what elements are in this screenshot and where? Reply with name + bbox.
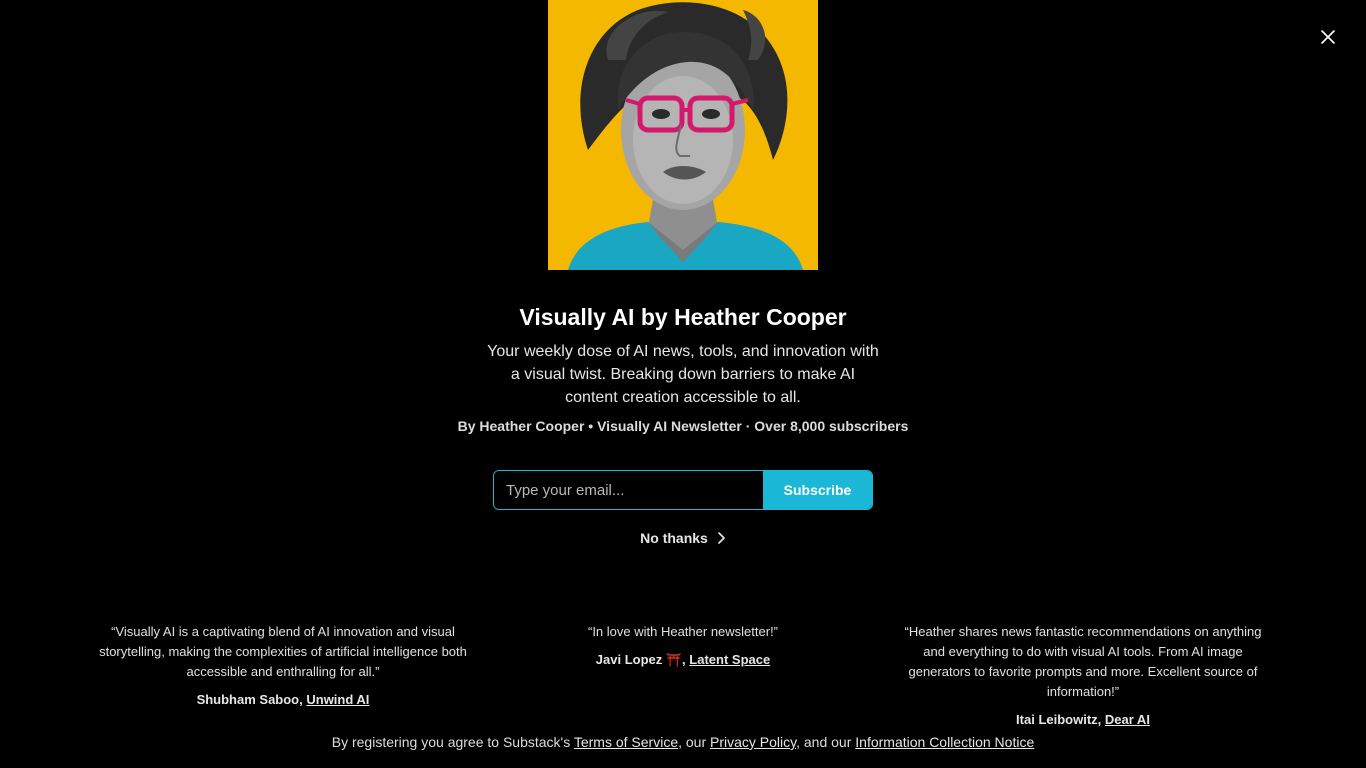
footer-separator: , and our <box>796 734 856 750</box>
testimonial-quote: “Visually AI is a captivating blend of A… <box>99 624 467 679</box>
chevron-right-icon <box>718 532 725 544</box>
no-thanks-button[interactable]: No thanks <box>0 530 1366 546</box>
newsletter-title: Visually AI by Heather Cooper <box>519 304 847 330</box>
newsletter-description: Your weekly dose of AI news, tools, and … <box>487 343 879 406</box>
footer-prefix: By registering you agree to Substack's <box>331 734 574 750</box>
privacy-policy-link[interactable]: Privacy Policy <box>710 734 796 750</box>
newsletter-byline: By Heather Cooper • Visually AI Newslett… <box>457 418 909 434</box>
testimonial-quote: “Heather shares news fantastic recommend… <box>904 624 1262 699</box>
close-icon <box>1321 30 1335 44</box>
author-portrait <box>548 0 818 270</box>
subscribe-modal: Visually AI by Heather Cooper Your weekl… <box>0 0 1366 768</box>
author-publication-link[interactable]: Unwind AI <box>306 692 369 707</box>
no-thanks-label: No thanks <box>640 530 708 546</box>
testimonial: “In love with Heather newsletter!” Javi … <box>533 622 833 670</box>
footer-separator: , our <box>678 734 711 750</box>
close-button[interactable] <box>1316 25 1340 49</box>
information-collection-notice-link[interactable]: Information Collection Notice <box>855 734 1034 750</box>
testimonial: “Visually AI is a captivating blend of A… <box>97 622 469 710</box>
testimonial-quote: “In love with Heather newsletter!” <box>587 624 779 639</box>
terms-of-service-link[interactable]: Terms of Service <box>574 734 678 750</box>
testimonial-author: Shubham Saboo, Unwind AI <box>97 690 469 710</box>
testimonial-author: Javi Lopez ⛩️, Latent Space <box>533 650 833 670</box>
testimonial-author: Itai Leibowitz, Dear AI <box>893 710 1273 730</box>
subscribe-form: Subscribe <box>493 470 873 510</box>
subscribe-button[interactable]: Subscribe <box>763 471 872 509</box>
legal-footer: By registering you agree to Substack's T… <box>0 734 1366 750</box>
author-publication-link[interactable]: Latent Space <box>689 652 770 667</box>
email-input[interactable] <box>494 471 763 509</box>
author-name: Shubham Saboo, <box>196 692 307 707</box>
testimonial: “Heather shares news fantastic recommend… <box>893 622 1273 730</box>
author-name: Javi Lopez ⛩️, <box>595 652 690 667</box>
author-name: Itai Leibowitz, <box>1016 712 1105 727</box>
author-publication-link[interactable]: Dear AI <box>1105 712 1150 727</box>
